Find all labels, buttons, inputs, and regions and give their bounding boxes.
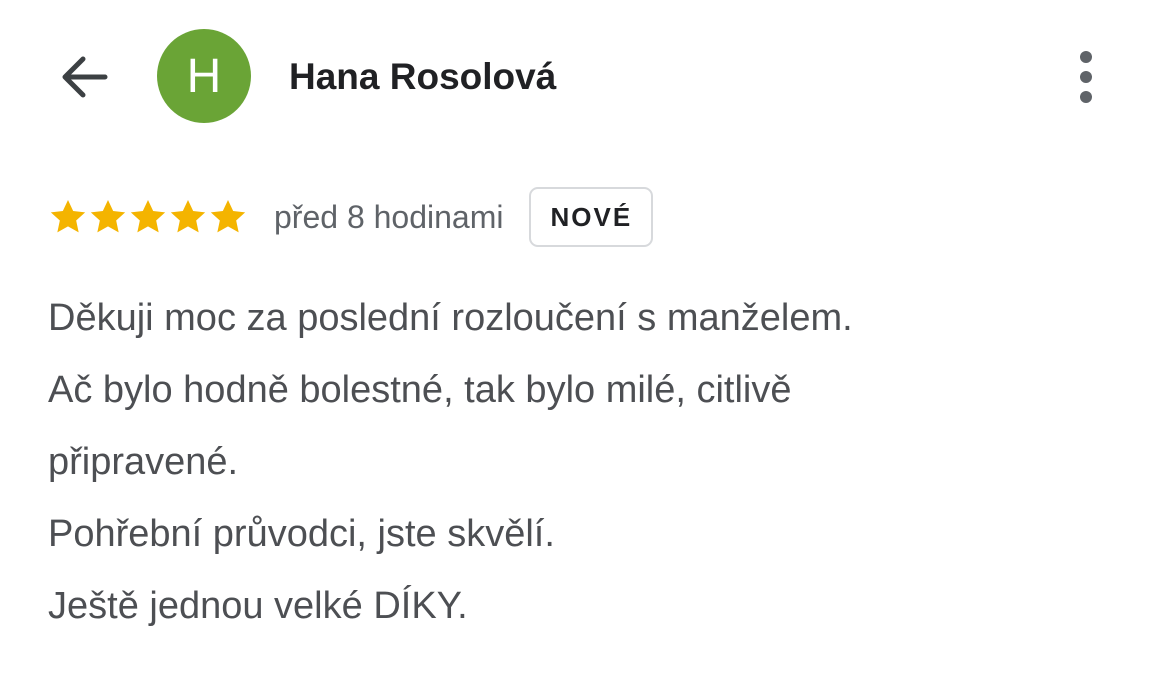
- more-vert-icon-dot: [1080, 91, 1092, 103]
- review-line: Ač bylo hodně bolestné, tak bylo milé, c…: [48, 369, 792, 411]
- review-line: Ještě jednou velké DÍKY.: [48, 585, 468, 627]
- more-vert-icon-dot: [1080, 71, 1092, 83]
- user-name[interactable]: Hana Rosolová: [289, 56, 556, 98]
- avatar-letter: H: [186, 49, 222, 103]
- new-badge: NOVÉ: [529, 187, 654, 247]
- review-meta: před 8 hodinami NOVÉ: [48, 185, 654, 249]
- star-icon: [210, 200, 246, 233]
- review-line: Děkuji moc za poslední rozloučení s manž…: [48, 297, 853, 339]
- review-time: před 8 hodinami: [274, 198, 504, 235]
- review-line: připravené.: [48, 441, 239, 483]
- more-options-button[interactable]: [1060, 46, 1112, 108]
- star-icon: [170, 200, 206, 233]
- more-vert-icon: [1080, 51, 1092, 63]
- avatar[interactable]: H: [157, 29, 251, 123]
- back-button[interactable]: [52, 46, 114, 108]
- arrow-left-icon: [62, 56, 108, 98]
- star-icon: [130, 200, 166, 233]
- review-line: Pohřební průvodci, jste skvělí.: [48, 513, 555, 555]
- review-text: Děkuji moc za poslední rozloučení s manž…: [48, 282, 1128, 642]
- star-icon: [90, 200, 126, 233]
- star-rating: [48, 197, 248, 237]
- review-header: H Hana Rosolová: [0, 0, 1170, 150]
- star-icon: [50, 200, 86, 233]
